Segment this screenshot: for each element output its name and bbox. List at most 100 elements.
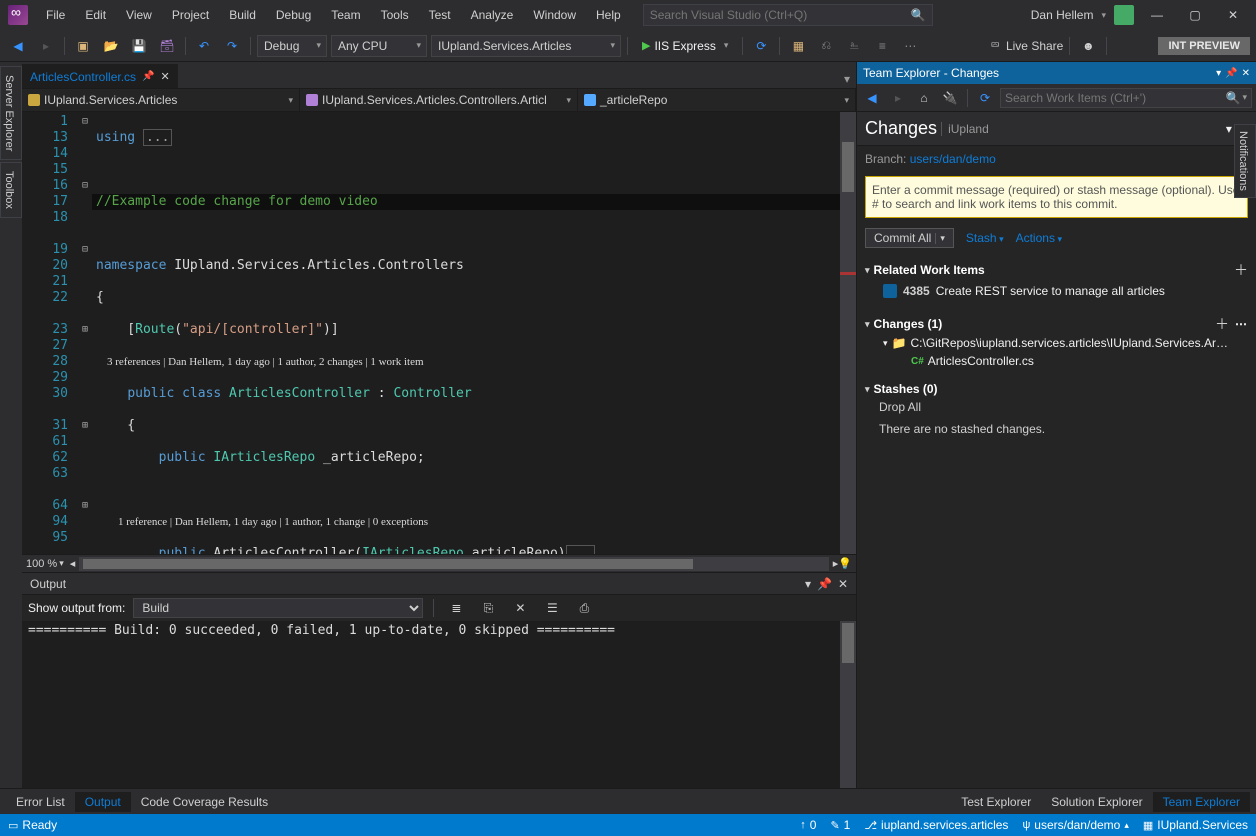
new-project-button[interactable]: ▣ [71,34,95,58]
output-btn-1[interactable]: ≣ [444,596,468,620]
output-text[interactable]: ========== Build: 0 succeeded, 0 failed,… [22,621,856,788]
outlining-margin[interactable]: ⊟⊟⊟⊞⊞⊞ [78,112,92,554]
dropdown-icon[interactable]: ▾ [1216,68,1221,79]
minimize-button[interactable]: — [1142,5,1172,25]
notifications-tab[interactable]: Notifications [1234,124,1256,198]
status-push[interactable]: ↑0 [800,818,816,832]
output-tab[interactable]: Output [75,792,131,812]
project-combo[interactable]: IUpland.Services.Articles▾ [22,89,300,111]
startup-combo[interactable]: IUpland.Services.Articles [431,35,621,57]
editor-scrollbar[interactable] [840,112,856,554]
menu-file[interactable]: File [36,4,75,26]
document-tab[interactable]: ArticlesController.cs 📌 ✕ [22,64,178,88]
close-tab-icon[interactable]: ✕ [160,70,169,83]
stashes-section-header[interactable]: Stashes (0) [865,382,1248,396]
more-icon[interactable]: ⋯ [1235,317,1248,331]
horizontal-scrollbar[interactable] [79,557,829,571]
test-explorer-tab[interactable]: Test Explorer [951,792,1041,812]
changes-section-header[interactable]: Changes (1)＋⋯ [865,314,1248,334]
add-work-item-icon[interactable]: ＋ [1234,260,1248,280]
menu-build[interactable]: Build [219,4,266,26]
toolbox-tab[interactable]: Toolbox [0,162,22,218]
live-share-button[interactable]: ⮹Live Share [990,38,1063,53]
tb-icon-5[interactable]: ⋯ [898,34,922,58]
tb-icon-2[interactable]: ⎌ [814,34,838,58]
menu-edit[interactable]: Edit [75,4,116,26]
menu-test[interactable]: Test [419,4,461,26]
status-branch[interactable]: ψusers/dan/demo▴ [1022,818,1128,832]
actions-link[interactable]: Actions [1016,231,1062,245]
related-work-items-header[interactable]: Related Work Items＋ [865,260,1248,280]
work-item-search[interactable]: 🔍▾ [1000,88,1252,108]
changed-file-row[interactable]: C#ArticlesController.cs [883,352,1248,370]
pin-icon[interactable]: 📌 [142,71,154,82]
commit-all-button[interactable]: Commit All▾ [865,228,954,248]
stash-link[interactable]: Stash [966,231,1004,245]
tb-icon-4[interactable]: ≡ [870,34,894,58]
chevron-down-icon[interactable]: ▾ [1101,10,1106,21]
output-btn-5[interactable]: ⎙ [572,596,596,620]
forward-button[interactable]: ▸ [34,34,58,58]
close-icon[interactable]: ✕ [1242,68,1250,79]
avatar[interactable] [1114,5,1134,25]
close-icon[interactable]: ✕ [838,577,848,591]
save-all-button[interactable]: 🗃 [155,34,179,58]
pin-icon[interactable]: 📌 [817,577,832,591]
server-explorer-tab[interactable]: Server Explorer [0,66,22,160]
global-search-input[interactable] [650,8,911,22]
menu-analyze[interactable]: Analyze [461,4,524,26]
stage-icon[interactable]: ＋ [1215,314,1229,334]
output-scrollbar[interactable] [840,621,856,788]
error-list-tab[interactable]: Error List [6,792,75,812]
zoom-level[interactable]: 100 % [26,558,57,570]
menu-tools[interactable]: Tools [371,4,419,26]
back-button[interactable]: ◀ [6,34,30,58]
global-search[interactable]: 🔍 [643,4,933,26]
output-btn-3[interactable]: ✕ [508,596,532,620]
code-editor[interactable]: 1131415161718192021222327282930316162636… [22,112,856,554]
commit-message-box[interactable]: Enter a commit message (required) or sta… [865,176,1248,218]
tb-icon-3[interactable]: ⎁ [842,34,866,58]
panel-dropdown-icon[interactable]: ▾ [805,577,811,591]
user-name[interactable]: Dan Hellem [1031,8,1094,22]
dropdown-icon[interactable]: ▾ [1226,122,1232,136]
open-file-button[interactable]: 📂 [99,34,123,58]
run-button[interactable]: ▶IIS Express▾ [634,35,736,57]
menu-help[interactable]: Help [586,4,631,26]
redo-button[interactable]: ↷ [220,34,244,58]
tab-overflow-icon[interactable]: ▾ [838,70,856,88]
folder-row[interactable]: ▾📁C:\GitRepos\iupland.services.articles\… [883,334,1248,352]
pin-icon[interactable]: 📌 [1225,68,1237,79]
maximize-button[interactable]: ▢ [1180,5,1210,25]
platform-combo[interactable]: Any CPU [331,35,427,57]
menu-debug[interactable]: Debug [266,4,321,26]
drop-all-link[interactable]: Drop All [865,396,1248,418]
output-btn-4[interactable]: ☰ [540,596,564,620]
branch-link[interactable]: users/dan/demo [910,152,996,166]
refresh-button[interactable]: ⟳ [749,34,773,58]
type-combo[interactable]: IUpland.Services.Articles.Controllers.Ar… [300,89,578,111]
output-btn-2[interactable]: ⎘ [476,596,500,620]
menu-project[interactable]: Project [162,4,219,26]
te-forward-button[interactable]: ▸ [887,87,909,109]
save-button[interactable]: 💾 [127,34,151,58]
te-back-button[interactable]: ◀ [861,87,883,109]
undo-button[interactable]: ↶ [192,34,216,58]
menu-view[interactable]: View [116,4,162,26]
code-content[interactable]: using ... //Example code change for demo… [92,112,840,554]
work-item-search-input[interactable] [1005,91,1226,105]
team-explorer-tab[interactable]: Team Explorer [1153,792,1250,812]
status-pull[interactable]: ✎1 [830,818,850,832]
menu-window[interactable]: Window [523,4,586,26]
feedback-button[interactable]: ☻ [1076,34,1100,58]
tb-icon-1[interactable]: ▦ [786,34,810,58]
te-home-button[interactable]: ⌂ [913,87,935,109]
code-coverage-tab[interactable]: Code Coverage Results [131,792,278,812]
te-refresh-button[interactable]: ⟳ [974,87,996,109]
status-project[interactable]: ▦IUpland.Services [1143,818,1248,832]
work-item-row[interactable]: 4385 Create REST service to manage all a… [865,280,1248,302]
lightbulb-icon[interactable]: 💡 [838,557,852,570]
close-button[interactable]: ✕ [1218,5,1248,25]
menu-team[interactable]: Team [321,4,370,26]
solution-explorer-tab[interactable]: Solution Explorer [1041,792,1152,812]
